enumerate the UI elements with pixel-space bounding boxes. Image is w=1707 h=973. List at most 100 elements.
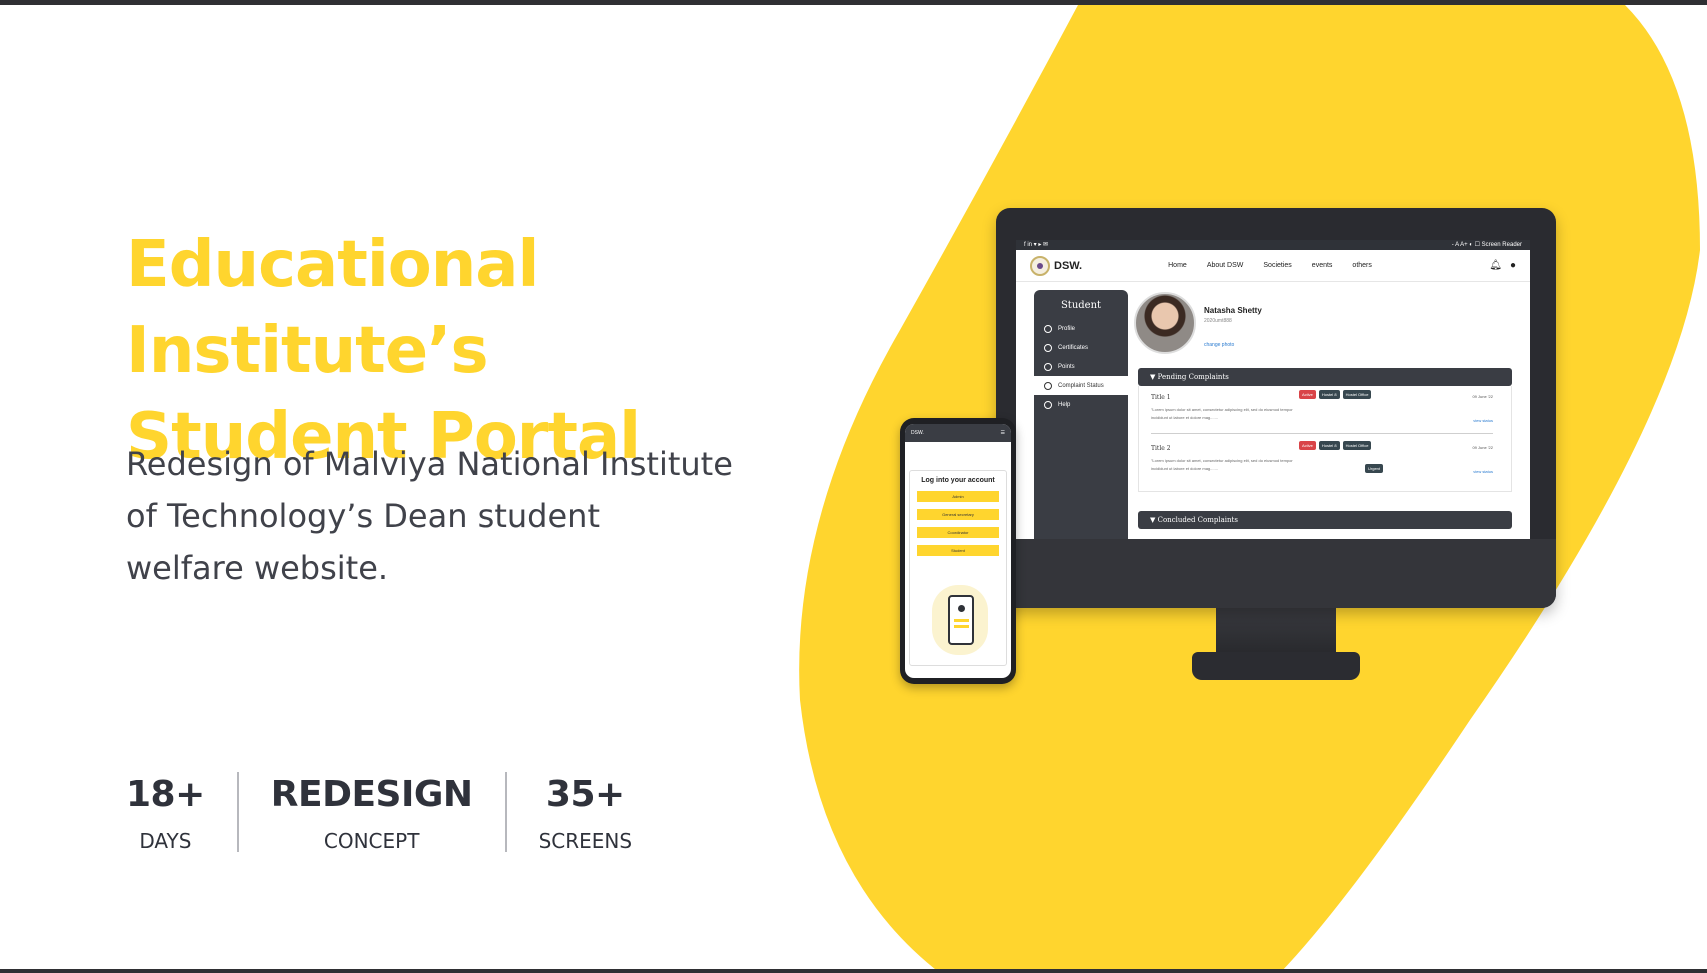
sidebar-item-certificates[interactable]: Certificates — [1034, 338, 1128, 357]
urgent-badge-wrap: Urgent — [1365, 457, 1384, 475]
mobile-topbar: DSW. ☰ — [905, 424, 1011, 442]
mobile-logo: DSW. — [911, 430, 924, 436]
nav-societies[interactable]: Societies — [1263, 262, 1291, 269]
urgent-badge: Urgent — [1365, 464, 1384, 473]
complaints-content: Natasha Shetty 2020umt888 change photo ▼… — [1134, 290, 1512, 539]
nav-icons: 🔔︎ ● — [1489, 260, 1516, 271]
monitor-stand-neck — [1216, 607, 1336, 657]
admin-login-button[interactable]: Admin — [917, 491, 999, 502]
office-badge: Hostel Office — [1342, 441, 1372, 450]
hero-title-line-1: Educational Institute’s — [126, 228, 539, 388]
mobile-screen: DSW. ☰ Log into your account Admin Gener… — [905, 424, 1011, 678]
user-icon[interactable]: ● — [1510, 260, 1516, 271]
accessibility-controls: - A A+ ◐ ☐ Screen Reader — [1451, 242, 1522, 248]
sidebar-item-label: Points — [1058, 363, 1075, 370]
hostel-badge: Hostel 8 — [1318, 390, 1340, 399]
complaint-title: Title 1 — [1151, 394, 1171, 401]
stat-value: 18+ — [126, 774, 205, 815]
stat-value: REDESIGN — [270, 774, 473, 815]
nav-links: Home About DSW Societies events others — [1168, 262, 1372, 269]
social-icons: f in ▾ ▸ ✉ — [1024, 242, 1049, 248]
hero-description-line-1: Redesign of Malviya National Institute — [126, 445, 733, 483]
help-icon — [1044, 400, 1052, 409]
login-heading: Log into your account — [921, 477, 995, 484]
mobile-mockup: DSW. ☰ Log into your account Admin Gener… — [900, 418, 1016, 684]
sidebar-title: Student — [1060, 300, 1102, 311]
sidebar-item-label: Certificates — [1058, 344, 1089, 351]
apple-logo-icon — [1264, 565, 1288, 591]
bell-icon[interactable]: 🔔︎ — [1489, 260, 1502, 271]
sidebar-item-label: Help — [1058, 401, 1071, 408]
complaint-tags: Active Hostel 8 Hostel Office — [1299, 390, 1395, 399]
pending-complaints-header[interactable]: ▼ Pending Complaints — [1138, 368, 1512, 386]
user-icon — [958, 605, 965, 612]
complaint-text: "Lorem ipsum dolor sit amet, consectetur… — [1151, 407, 1293, 420]
login-illustration — [932, 585, 988, 655]
hero-description-line-3: welfare website. — [126, 549, 389, 587]
stat-concept: REDESIGN CONCEPT — [239, 772, 505, 853]
status-badge: Active — [1299, 390, 1316, 399]
profile-id: 2020umt888 — [1204, 318, 1232, 324]
illustration-line — [954, 619, 969, 622]
concluded-complaints-label: Concluded Complaints — [1157, 516, 1238, 524]
desktop-mockup: f in ▾ ▸ ✉ - A A+ ◐ ☐ Screen Reader DSW.… — [996, 208, 1556, 608]
student-login-button[interactable]: Student — [917, 545, 999, 556]
complaint-row: Title 1 "Lorem ipsum dolor sit amet, con… — [1151, 390, 1493, 434]
pending-complaints-label: Pending Complaints — [1157, 373, 1229, 381]
hero-description: Redesign of Malviya National Institute o… — [126, 438, 746, 594]
complaint-date: 09 June '22 — [1472, 445, 1493, 450]
change-photo-link[interactable]: change photo — [1204, 342, 1234, 348]
desktop-screen: f in ▾ ▸ ✉ - A A+ ◐ ☐ Screen Reader DSW.… — [1016, 240, 1530, 539]
status-badge: Active — [1299, 441, 1316, 450]
complaint-tags: Active Hostel 8 Hostel Office — [1299, 441, 1395, 450]
sidebar-item-label: Profile — [1058, 325, 1076, 332]
utility-bar: f in ▾ ▸ ✉ - A A+ ◐ ☐ Screen Reader — [1016, 240, 1530, 250]
office-badge: Hostel Office — [1342, 390, 1372, 399]
coordinator-login-button[interactable]: Coordinator — [917, 527, 999, 538]
stats-row: 18+ DAYS REDESIGN CONCEPT 35+ SCREENS — [126, 772, 665, 853]
student-sidebar: Student Profile Certificates Points Comp… — [1034, 290, 1132, 539]
nav-about[interactable]: About DSW — [1207, 262, 1244, 269]
bottom-border — [0, 969, 1707, 973]
nav-home[interactable]: Home — [1168, 262, 1187, 269]
hostel-badge: Hostel 8 — [1318, 441, 1340, 450]
sidebar-item-profile[interactable]: Profile — [1034, 319, 1128, 338]
stat-value: 35+ — [545, 774, 625, 815]
stat-label: CONCEPT — [323, 829, 420, 853]
profile-icon — [1044, 324, 1052, 333]
login-card: Log into your account Admin General secr… — [909, 470, 1007, 666]
sidebar-item-help[interactable]: Help — [1034, 395, 1128, 414]
view-status-link[interactable]: view status — [1473, 469, 1493, 474]
complaint-row: Title 2 "Lorem ipsum dolor sit amet, con… — [1151, 441, 1493, 485]
concluded-complaints-header[interactable]: ▼ Concluded Complaints — [1138, 511, 1512, 529]
pending-complaints-panel: Title 1 "Lorem ipsum dolor sit amet, con… — [1138, 386, 1512, 492]
sidebar-menu: Profile Certificates Points Complaint St… — [1034, 319, 1132, 414]
pen-icon — [1044, 381, 1052, 390]
illustration-line — [954, 625, 969, 628]
profile-photo — [1134, 292, 1196, 354]
points-icon — [1044, 362, 1052, 371]
general-secretary-login-button[interactable]: General secretary — [917, 509, 999, 520]
stat-screens: 35+ SCREENS — [507, 772, 665, 853]
stat-days: 18+ DAYS — [126, 772, 237, 853]
complaint-text: "Lorem ipsum dolor sit amet, consectetur… — [1151, 458, 1293, 471]
complaint-date: 09 June '22 — [1472, 394, 1493, 399]
sidebar-item-complaint-status[interactable]: Complaint Status — [1034, 376, 1132, 395]
complaint-title: Title 2 — [1151, 445, 1171, 452]
monitor-stand-base — [1192, 652, 1360, 680]
sidebar-item-label: Complaint Status — [1058, 382, 1104, 389]
stat-label: SCREENS — [538, 829, 633, 853]
nav-events[interactable]: events — [1312, 262, 1333, 269]
stat-label: DAYS — [139, 829, 192, 853]
top-navigation: DSW. Home About DSW Societies events oth… — [1016, 250, 1530, 282]
profile-name: Natasha Shetty — [1204, 306, 1262, 315]
hamburger-menu-icon[interactable]: ☰ — [1001, 430, 1005, 436]
institute-logo-icon — [1030, 255, 1050, 276]
certificate-icon — [1044, 343, 1052, 352]
nav-others[interactable]: others — [1352, 262, 1371, 269]
top-border — [0, 0, 1707, 5]
phone-illustration-icon — [948, 595, 974, 645]
sidebar-item-points[interactable]: Points — [1034, 357, 1128, 376]
hero-description-line-2: of Technology’s Dean student — [126, 497, 600, 535]
view-status-link[interactable]: view status — [1473, 418, 1493, 423]
